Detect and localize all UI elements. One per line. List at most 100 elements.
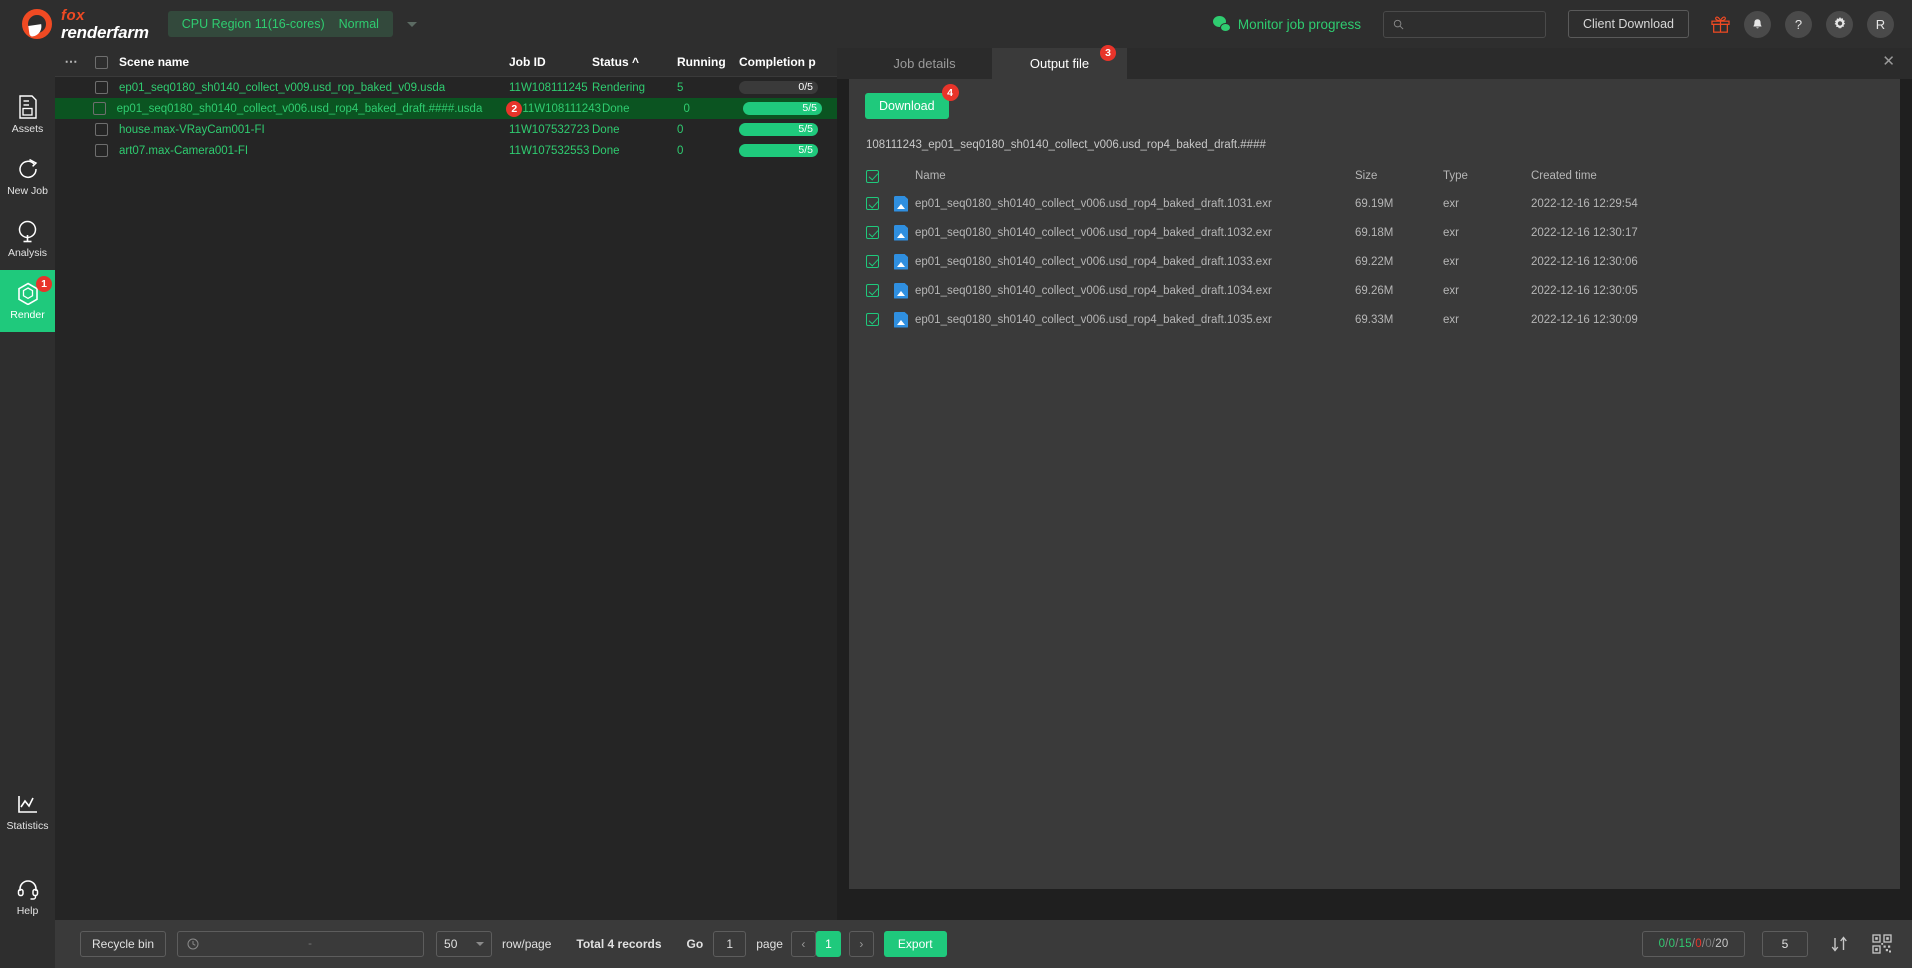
chevron-down-icon[interactable] bbox=[406, 21, 417, 27]
row-scene-name-cell: ep01_seq0180_sh0140_collect_v006.usd_rop… bbox=[112, 100, 523, 117]
column-options-icon[interactable]: ⋯ bbox=[55, 54, 88, 70]
file-checkbox[interactable] bbox=[866, 313, 879, 326]
header-job-id[interactable]: Job ID bbox=[509, 55, 592, 69]
table-row[interactable]: art07.max-Camera001-FI 11W107532553 Done 0 5… bbox=[55, 140, 837, 161]
jobs-table-header: ⋯ Scene name Job ID Status ^ Running Com… bbox=[55, 48, 837, 77]
sidebar-item-label: Analysis bbox=[7, 247, 48, 259]
region-label: CPU Region 11(16-cores) bbox=[181, 17, 325, 31]
table-row[interactable]: ep01_seq0180_sh0140_collect_v006.usd_rop… bbox=[55, 98, 837, 119]
close-icon[interactable]: ✕ bbox=[1882, 54, 1895, 69]
next-page-button[interactable]: › bbox=[848, 931, 874, 957]
sidebar-item-analysis[interactable]: Analysis bbox=[0, 208, 55, 270]
status-count-c: 15 bbox=[1678, 938, 1692, 950]
select-all-checkbox[interactable] bbox=[94, 55, 108, 69]
avatar[interactable]: R bbox=[1867, 10, 1894, 38]
notifications-button[interactable] bbox=[1744, 10, 1771, 38]
logo[interactable]: fox renderfarm bbox=[22, 8, 149, 41]
top-header: fox renderfarm CPU Region 11(16-cores) N… bbox=[0, 0, 1912, 48]
jobs-table-body: ep01_seq0180_sh0140_collect_v009.usd_rop… bbox=[55, 77, 837, 161]
sidebar-item-help[interactable]: Help bbox=[0, 866, 55, 928]
row-badge: 2 bbox=[506, 100, 523, 117]
file-name: ep01_seq0180_sh0140_collect_v006.usd_rop… bbox=[915, 197, 1272, 210]
list-item[interactable]: ep01_seq0180_sh0140_collect_v006.usd_rop… bbox=[849, 218, 1900, 247]
row-running: 5 bbox=[677, 81, 684, 94]
sidebar-item-label: Help bbox=[16, 904, 39, 917]
header-running[interactable]: Running bbox=[677, 55, 739, 69]
gear-icon bbox=[1834, 17, 1845, 29]
progress-bar: 5/5 bbox=[739, 144, 818, 157]
app-window: fox renderfarm CPU Region 11(16-cores) N… bbox=[0, 0, 1912, 968]
recycle-bin-button[interactable]: Recycle bin bbox=[80, 931, 167, 957]
wechat-icon bbox=[1212, 16, 1231, 32]
row-checkbox[interactable] bbox=[94, 81, 108, 94]
row-scene-name-cell: ep01_seq0180_sh0140_collect_v009.usd_rop… bbox=[114, 82, 509, 94]
table-row[interactable]: house.max-VRayCam001-FI 11W107532723 Done 0… bbox=[55, 119, 837, 140]
go-label: Go bbox=[686, 937, 704, 951]
transfer-arrows-icon[interactable] bbox=[1830, 934, 1850, 954]
statistics-icon bbox=[18, 796, 37, 813]
left-sidebar: Assets New Job Analysis Render 1 Statist… bbox=[0, 48, 55, 968]
header-completion[interactable]: Completion p bbox=[739, 55, 837, 69]
files-select-all-checkbox[interactable] bbox=[866, 169, 879, 183]
tab-output-file-label: Output file bbox=[1029, 56, 1090, 71]
sidebar-item-assets[interactable]: Assets bbox=[0, 84, 55, 146]
analysis-icon bbox=[18, 220, 37, 243]
export-button[interactable]: Export bbox=[883, 931, 947, 957]
list-item[interactable]: ep01_seq0180_sh0140_collect_v006.usd_rop… bbox=[849, 247, 1900, 276]
row-scene-name: art07.max-Camera001-FI bbox=[119, 144, 249, 157]
sidebar-item-statistics[interactable]: Statistics bbox=[0, 782, 55, 844]
file-checkbox[interactable] bbox=[866, 284, 879, 297]
chevron-down-icon bbox=[476, 942, 485, 946]
sidebar-item-render[interactable]: Render 1 bbox=[0, 270, 55, 332]
file-checkbox[interactable] bbox=[866, 197, 879, 210]
list-item[interactable]: ep01_seq0180_sh0140_collect_v006.usd_rop… bbox=[849, 189, 1900, 218]
jobs-search-input[interactable] bbox=[206, 938, 415, 950]
tab-output-file-badge: 3 bbox=[1100, 45, 1116, 61]
row-checkbox[interactable] bbox=[92, 102, 106, 115]
rows-per-page-value: 50 bbox=[444, 937, 458, 951]
tab-job-details-label: Job details bbox=[893, 56, 956, 71]
rows-per-page-select[interactable]: 50 bbox=[436, 931, 493, 957]
image-file-icon bbox=[894, 253, 908, 270]
file-created-time: 2022-12-16 12:30:09 bbox=[1531, 313, 1638, 326]
help-button[interactable]: ? bbox=[1785, 10, 1812, 38]
region-selector[interactable]: CPU Region 11(16-cores) Normal bbox=[167, 11, 393, 37]
headset-icon bbox=[17, 879, 38, 900]
header-search[interactable] bbox=[1382, 10, 1546, 38]
download-button[interactable]: Download bbox=[865, 93, 949, 119]
fox-logo-icon bbox=[22, 9, 52, 39]
prev-page-button[interactable]: ‹ bbox=[790, 931, 816, 957]
file-name: ep01_seq0180_sh0140_collect_v006.usd_rop… bbox=[915, 226, 1272, 239]
row-checkbox-cell bbox=[88, 123, 114, 136]
output-file-table: Name Size Type Created time ep01_seq0180… bbox=[849, 163, 1900, 334]
progress-label: 5/5 bbox=[802, 102, 817, 114]
row-checkbox[interactable] bbox=[94, 144, 108, 157]
table-row[interactable]: ep01_seq0180_sh0140_collect_v009.usd_rop… bbox=[55, 77, 837, 98]
row-scene-name-cell: art07.max-Camera001-FI bbox=[114, 145, 509, 157]
file-checkbox-cell bbox=[849, 255, 887, 268]
page-number-input[interactable] bbox=[713, 931, 747, 957]
qr-code-icon[interactable] bbox=[1872, 934, 1892, 954]
tab-job-details[interactable]: Job details bbox=[857, 48, 992, 79]
monitor-job-progress-link[interactable]: Monitor job progress bbox=[1212, 16, 1361, 32]
bottom-bar: Recycle bin 50 row/page Total 4 records … bbox=[55, 920, 1912, 968]
header-status[interactable]: Status ^ bbox=[592, 55, 677, 69]
client-download-button[interactable]: Client Download bbox=[1567, 10, 1689, 38]
file-type: exr bbox=[1443, 313, 1459, 326]
gift-icon[interactable] bbox=[1711, 15, 1730, 33]
page-1-button[interactable]: 1 bbox=[815, 931, 841, 957]
header-scene-name[interactable]: Scene name bbox=[114, 55, 509, 69]
row-checkbox[interactable] bbox=[94, 123, 108, 136]
row-status: Done bbox=[601, 102, 630, 115]
list-item[interactable]: ep01_seq0180_sh0140_collect_v006.usd_rop… bbox=[849, 276, 1900, 305]
tab-output-file[interactable]: Output file 3 bbox=[992, 45, 1127, 79]
file-icon-cell bbox=[887, 282, 915, 299]
file-checkbox[interactable] bbox=[866, 226, 879, 239]
sidebar-item-new-job[interactable]: New Job bbox=[0, 146, 55, 208]
list-item[interactable]: ep01_seq0180_sh0140_collect_v006.usd_rop… bbox=[849, 305, 1900, 334]
settings-button[interactable] bbox=[1826, 10, 1853, 38]
header-search-input[interactable] bbox=[1409, 17, 1536, 31]
file-checkbox[interactable] bbox=[866, 255, 879, 268]
jobs-search[interactable] bbox=[177, 931, 425, 957]
file-checkbox-cell bbox=[849, 226, 887, 239]
